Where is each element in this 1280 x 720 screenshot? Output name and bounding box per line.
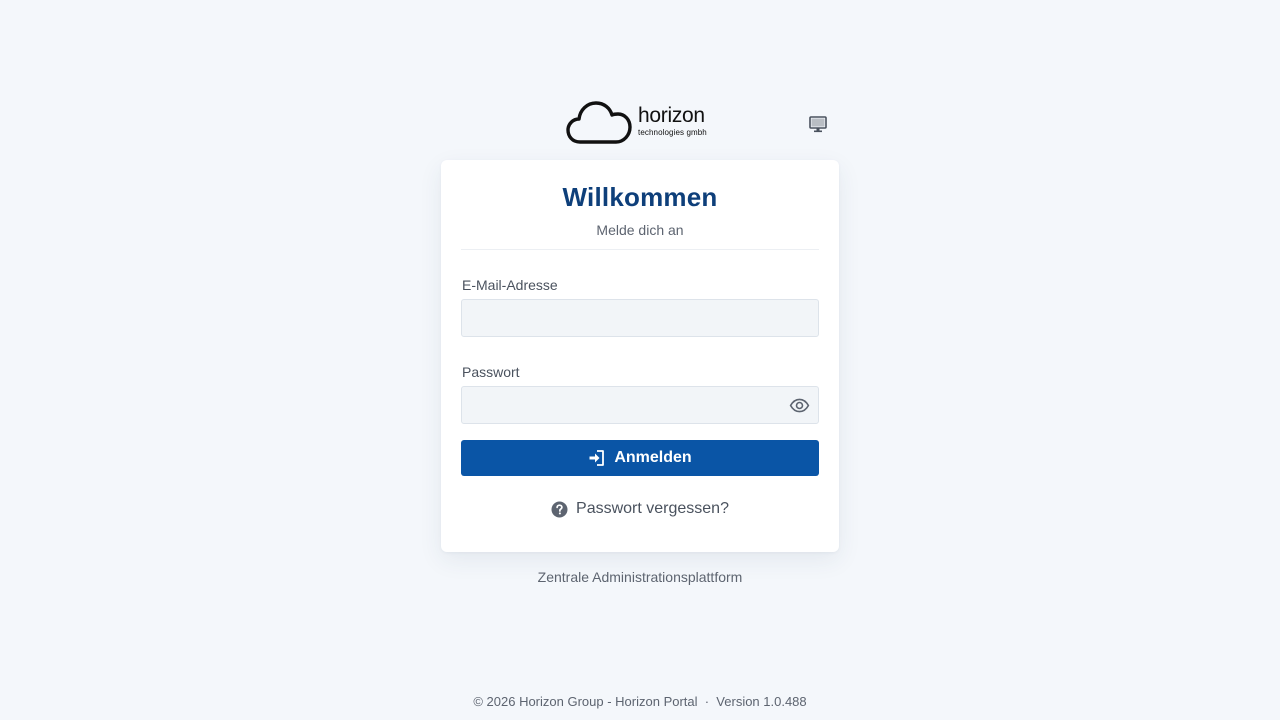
- login-button-label: Anmelden: [614, 449, 692, 466]
- card-title: Willkommen: [562, 182, 718, 212]
- login-button[interactable]: Anmelden: [461, 440, 819, 476]
- eye-icon[interactable]: [788, 396, 810, 414]
- password-label: Passwort: [462, 364, 520, 380]
- login-page: horizon technologies gmbh Willkommen Mel…: [0, 0, 1280, 720]
- email-field[interactable]: [461, 299, 819, 337]
- monitor-icon[interactable]: [807, 113, 829, 135]
- sign-in-icon: [588, 449, 606, 467]
- password-field[interactable]: [461, 386, 819, 424]
- brand-subtitle: technologies gmbh: [638, 128, 707, 137]
- question-circle-icon: [551, 501, 568, 518]
- card-subtitle: Melde dich an: [596, 222, 684, 238]
- footer-text: © 2026 Horizon Group - Horizon Portal · …: [473, 694, 807, 709]
- cloud-icon: [566, 101, 632, 144]
- email-label: E-Mail-Adresse: [462, 277, 558, 293]
- brand-logo: horizon technologies gmbh: [566, 100, 726, 146]
- divider: [461, 249, 819, 250]
- login-card: Willkommen Melde dich an E-Mail-Adresse …: [441, 160, 839, 552]
- platform-caption: Zentrale Administrationsplattform: [537, 569, 743, 585]
- forgot-password-label: Passwort vergessen?: [576, 500, 729, 517]
- brand-name: horizon: [638, 104, 705, 127]
- forgot-password-link[interactable]: Passwort vergessen?: [441, 500, 839, 518]
